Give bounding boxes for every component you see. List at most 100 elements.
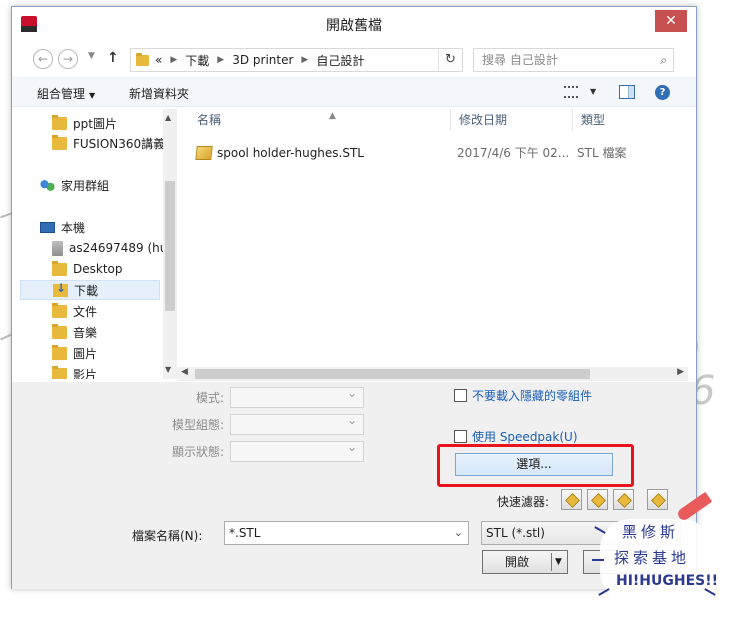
breadcrumb-item[interactable]: 3D printer	[232, 53, 293, 67]
folder-icon	[52, 302, 67, 318]
breadcrumb-item[interactable]: 自己設計	[316, 52, 364, 69]
address-bar[interactable]: « ▶ 下載 ▶ 3D printer ▶ 自己設計 ↻	[130, 48, 463, 72]
back-button[interactable]: ←	[33, 49, 53, 69]
up-level-button[interactable]: ↑	[107, 50, 119, 66]
nav-item-label: 文件	[73, 304, 98, 319]
nav-item-label: 家用群組	[61, 178, 110, 193]
file-type: STL 檔案	[577, 146, 627, 160]
breadcrumb-separator: ▶	[301, 55, 309, 65]
recent-locations-dropdown[interactable]: ▼	[88, 51, 95, 61]
config-select	[230, 413, 364, 435]
nav-item-homegroup[interactable]: 家用群組	[40, 175, 109, 195]
nav-item-label: FUSION360講義	[73, 136, 166, 151]
search-placeholder: 搜尋 自己設計	[482, 53, 558, 67]
title-bar: 開啟舊檔 ✕	[12, 7, 696, 39]
search-icon[interactable]: ⌕	[660, 49, 667, 71]
scrollbar-thumb[interactable]	[195, 369, 590, 379]
nav-item-label: 音樂	[73, 325, 98, 340]
nav-item-videos[interactable]: 影片	[52, 364, 97, 379]
split-divider	[551, 553, 552, 571]
open-button-label: 開啟	[504, 555, 529, 569]
view-dropdown-icon[interactable]: ▼	[590, 87, 596, 96]
view-options-icon[interactable]	[564, 86, 578, 98]
scroll-up-arrow-icon[interactable]: ▲	[165, 113, 171, 122]
filename-input[interactable]: *.STL ⌄	[224, 521, 469, 545]
breadcrumb-item[interactable]: 下載	[185, 52, 209, 69]
no-hidden-components-checkbox[interactable]: 不要載入隱藏的零組件	[454, 387, 592, 404]
refresh-icon[interactable]: ↻	[438, 49, 462, 71]
file-row[interactable]: spool holder-hughes.STL 2017/4/6 下午 02..…	[177, 143, 688, 163]
nav-item-fusion360[interactable]: FUSION360講義	[52, 133, 165, 153]
scroll-down-arrow-icon[interactable]: ▼	[165, 365, 171, 374]
download-folder-icon	[53, 281, 68, 297]
close-button[interactable]: ✕	[655, 10, 687, 32]
nav-item-label: 影片	[73, 367, 98, 380]
checkbox-label[interactable]: 不要載入隱藏的零組件	[472, 387, 592, 404]
organize-menu[interactable]: 組合管理 ▼	[37, 85, 95, 102]
breadcrumb-separator: ▶	[170, 55, 178, 65]
logo-ray	[704, 588, 716, 596]
breadcrumb-prefix[interactable]: «	[155, 53, 162, 67]
display-state-select	[230, 440, 364, 462]
folder-icon	[52, 134, 67, 150]
nav-item-pictures[interactable]: 圖片	[52, 343, 97, 363]
sort-ascending-icon: ▲	[329, 111, 336, 121]
drive-icon	[52, 240, 63, 256]
column-header-type[interactable]: 類型	[573, 109, 683, 131]
preview-pane-icon[interactable]	[619, 85, 635, 99]
scrollbar-thumb[interactable]	[165, 181, 175, 311]
filename-value: *.STL	[229, 526, 261, 540]
nav-item-network-drive[interactable]: as24697489 (hu	[52, 238, 167, 258]
checkbox-box[interactable]	[454, 430, 467, 443]
checkbox-label[interactable]: 使用 Speedpak(U)	[472, 428, 578, 445]
column-header-date[interactable]: 修改日期	[451, 109, 573, 131]
organize-label: 組合管理	[37, 87, 86, 101]
scroll-left-arrow-icon[interactable]: ◀	[181, 367, 188, 377]
navigation-pane-scrollbar[interactable]: ▲ ▼	[163, 109, 177, 379]
nav-item-ppt-images[interactable]: ppt圖片	[52, 113, 117, 133]
stl-file-icon	[195, 146, 213, 160]
chevron-down-icon[interactable]: ⌄	[454, 522, 463, 544]
file-date: 2017/4/6 下午 02...	[457, 146, 570, 160]
display-state-label: 顯示狀態:	[171, 445, 224, 459]
command-toolbar: 組合管理 ▼ 新增資料夾 ▼ ?	[12, 77, 696, 107]
search-input[interactable]: 搜尋 自己設計 ⌕	[473, 48, 674, 72]
forward-button[interactable]: →	[58, 49, 78, 69]
nav-item-label: 圖片	[73, 346, 98, 361]
column-header-name[interactable]: 名稱 ▲	[189, 109, 451, 131]
logo-ray	[592, 559, 604, 561]
red-highlight-annotation	[437, 444, 634, 487]
folder-icon	[52, 344, 67, 360]
open-button[interactable]: 開啟 ▼	[482, 550, 568, 574]
help-icon[interactable]: ?	[655, 85, 670, 100]
nav-item-documents[interactable]: 文件	[52, 301, 97, 321]
nav-item-desktop[interactable]: Desktop	[52, 259, 123, 279]
logo-ray	[594, 526, 606, 534]
open-dropdown-icon[interactable]: ▼	[555, 551, 562, 573]
nav-item-label: ppt圖片	[73, 116, 117, 131]
chevron-down-icon: ▼	[89, 91, 96, 100]
config-label: 模型組態:	[171, 418, 224, 432]
scroll-right-arrow-icon[interactable]: ▶	[677, 367, 684, 377]
file-name: spool holder-hughes.STL	[217, 146, 364, 160]
file-list-horizontal-scrollbar[interactable]: ◀ ▶	[177, 367, 688, 381]
dialog-title: 開啟舊檔	[326, 18, 382, 34]
file-list: 名稱 ▲ 修改日期 類型 spool holder-hughes.STL 201…	[177, 109, 688, 379]
speedpak-checkbox[interactable]: 使用 Speedpak(U)	[454, 428, 578, 445]
nav-item-music[interactable]: 音樂	[52, 322, 97, 342]
navigation-bar: ← → ▼ ↑ « ▶ 下載 ▶ 3D printer ▶ 自己設計 ↻ 搜尋 …	[12, 45, 696, 73]
breadcrumb-separator: ▶	[217, 55, 225, 65]
folder-icon	[52, 260, 67, 276]
new-folder-button[interactable]: 新增資料夾	[129, 85, 189, 102]
logo-text-line3: HI!HUGHES!!	[616, 573, 719, 589]
checkbox-box[interactable]	[454, 389, 467, 402]
filter-parts-icon[interactable]	[561, 489, 582, 510]
nav-item-label: 下載	[74, 283, 99, 298]
computer-icon	[40, 221, 55, 233]
column-header-label: 名稱	[197, 113, 222, 127]
nav-item-downloads[interactable]: 下載	[20, 280, 160, 300]
folder-icon	[136, 52, 149, 66]
nav-item-this-pc[interactable]: 本機	[40, 217, 85, 237]
nav-item-label: as24697489 (hu	[69, 241, 168, 255]
folder-icon	[52, 365, 67, 379]
